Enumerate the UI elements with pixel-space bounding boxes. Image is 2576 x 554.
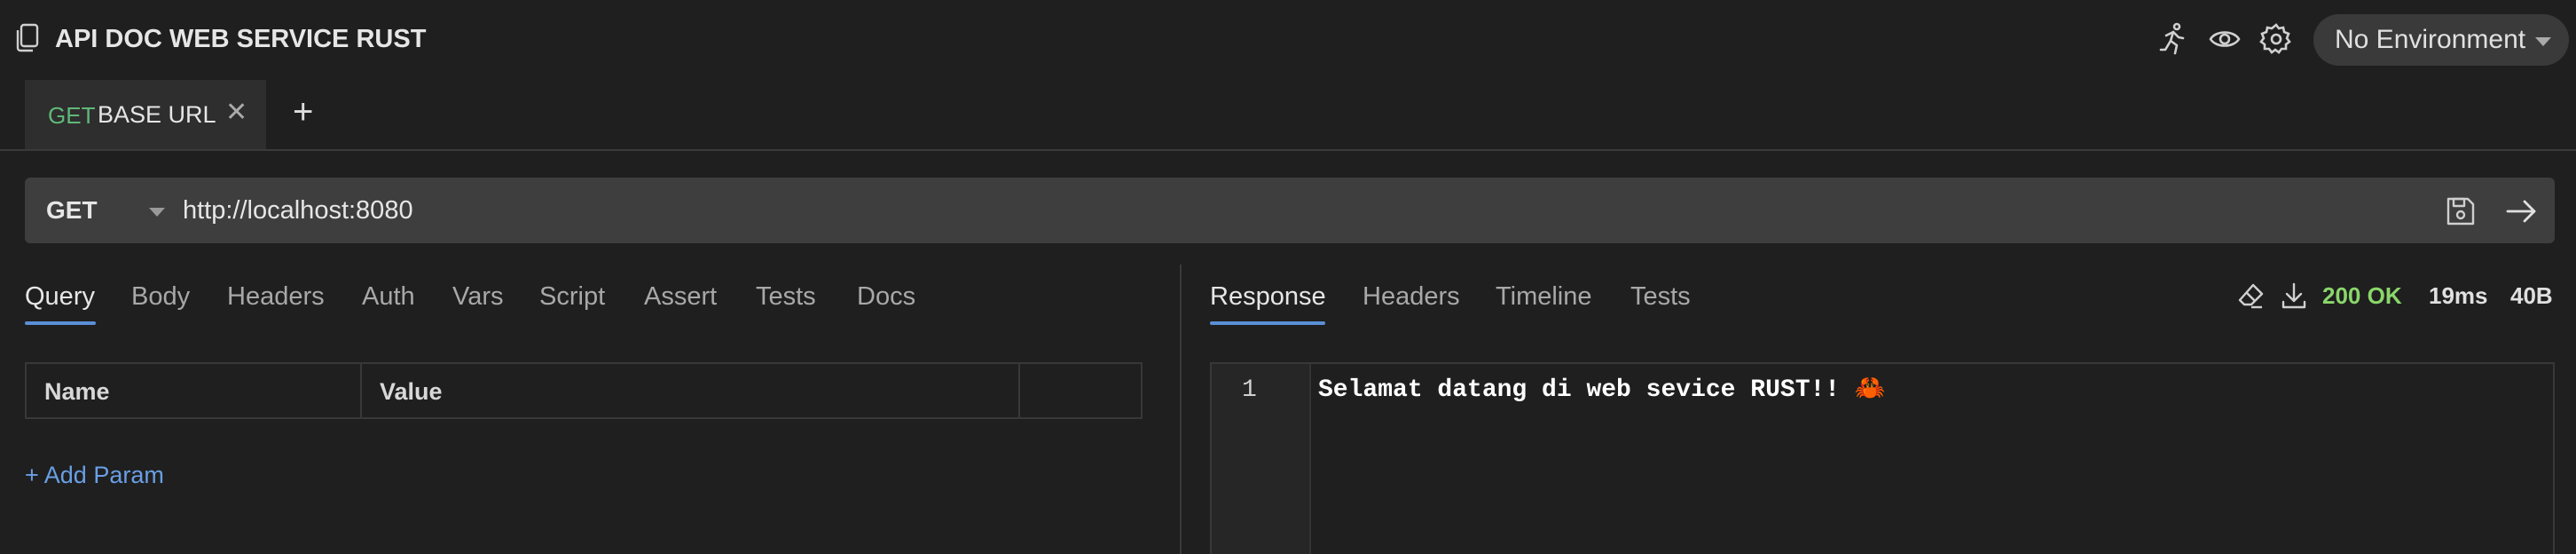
column-header-value: Value <box>380 378 443 405</box>
request-tab-name: BASE URL <box>98 101 216 128</box>
url-input[interactable] <box>183 192 2400 229</box>
line-gutter <box>1212 364 1311 554</box>
save-icon[interactable] <box>2443 194 2478 229</box>
active-tab-indicator <box>25 321 96 325</box>
response-text: Selamat datang di web sevice RUST!! <box>1318 376 1855 404</box>
response-size: 40B <box>2510 282 2553 309</box>
tab-response-tests[interactable]: Tests <box>1630 281 1691 313</box>
tab-response-headers[interactable]: Headers <box>1363 281 1460 313</box>
collection-title: API DOC WEB SERVICE RUST <box>55 25 427 53</box>
active-tab-indicator <box>1210 321 1325 325</box>
tab-tests[interactable]: Tests <box>756 281 816 313</box>
runner-icon[interactable] <box>2156 21 2191 57</box>
table-column-divider <box>1018 362 1020 419</box>
new-tab-button[interactable]: + <box>293 92 313 131</box>
eraser-icon[interactable] <box>2237 281 2266 311</box>
method-select[interactable]: GET <box>46 194 98 227</box>
tab-docs[interactable]: Docs <box>857 281 915 313</box>
tab-timeline[interactable]: Timeline <box>1496 281 1592 313</box>
environment-select[interactable]: No Environment <box>2313 14 2569 66</box>
request-tab-method: GET <box>48 102 96 129</box>
chevron-down-icon <box>2535 37 2551 46</box>
request-tab-strip <box>0 76 2576 151</box>
environment-label: No Environment <box>2335 25 2526 54</box>
column-header-name: Name <box>44 378 110 405</box>
download-icon[interactable] <box>2280 281 2308 311</box>
collection-icon <box>14 23 39 53</box>
eye-icon[interactable] <box>2207 21 2242 57</box>
tab-assert[interactable]: Assert <box>644 281 717 313</box>
response-line: Selamat datang di web sevice RUST!! 🦀 <box>1318 375 1886 407</box>
add-param-button[interactable]: + Add Param <box>25 460 164 490</box>
send-arrow-icon[interactable] <box>2503 194 2539 229</box>
tab-response[interactable]: Response <box>1210 281 1326 313</box>
tab-body[interactable]: Body <box>131 281 190 313</box>
line-number: 1 <box>1242 376 1257 404</box>
params-table <box>25 362 1143 419</box>
close-icon[interactable]: ✕ <box>225 98 247 128</box>
pane-divider[interactable] <box>1180 265 1182 554</box>
crab-emoji: 🦀 <box>1854 376 1886 404</box>
tab-script[interactable]: Script <box>539 281 605 313</box>
response-time: 19ms <box>2429 282 2488 309</box>
chevron-down-icon[interactable] <box>149 208 165 217</box>
table-column-divider <box>360 362 362 419</box>
tab-headers[interactable]: Headers <box>227 281 325 313</box>
tab-query[interactable]: Query <box>25 281 95 313</box>
status-badge: 200 OK <box>2322 282 2402 309</box>
tab-vars[interactable]: Vars <box>452 281 503 313</box>
tab-auth[interactable]: Auth <box>362 281 415 313</box>
gear-icon[interactable] <box>2258 21 2294 57</box>
